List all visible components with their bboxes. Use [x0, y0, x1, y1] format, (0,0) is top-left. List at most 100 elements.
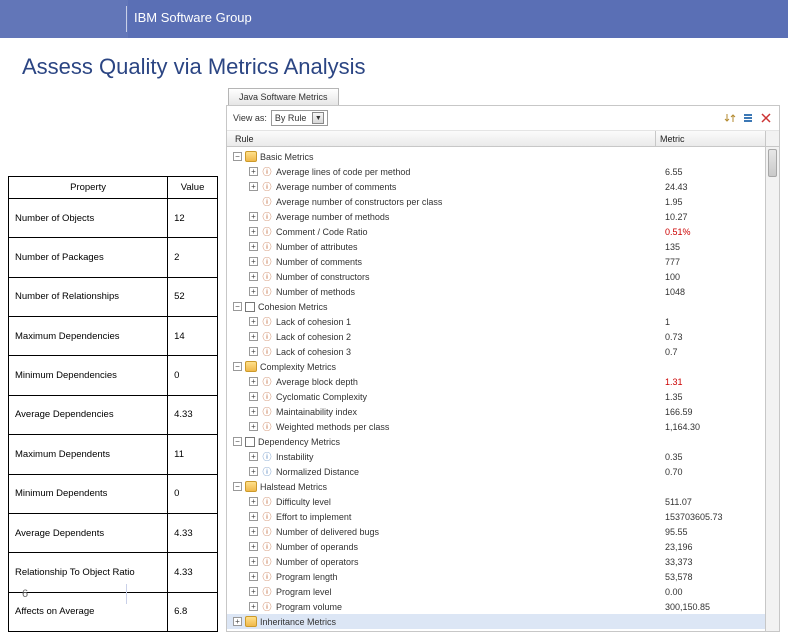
row-metric: 1.35	[661, 392, 765, 402]
tree-item[interactable]: +Average lines of code per method6.55	[227, 164, 765, 179]
expand-icon[interactable]: +	[249, 377, 258, 386]
expand-icon[interactable]: +	[249, 347, 258, 356]
expand-icon[interactable]: +	[249, 512, 258, 521]
cell-value: 12	[168, 199, 218, 238]
row-metric: 10.27	[661, 212, 765, 222]
expand-icon[interactable]: +	[249, 407, 258, 416]
tree-item[interactable]: +Number of operators33,373	[227, 554, 765, 569]
metrics-tab[interactable]: Java Software Metrics	[228, 88, 339, 105]
cell-value: 0	[168, 356, 218, 395]
row-metric: 511.07	[661, 497, 765, 507]
expand-icon[interactable]: +	[249, 527, 258, 536]
tree-item[interactable]: +Comment / Code Ratio0.51%	[227, 224, 765, 239]
table-row: Minimum Dependencies0	[9, 356, 218, 395]
expand-icon[interactable]: +	[249, 227, 258, 236]
rule-icon	[261, 510, 273, 523]
tree-item[interactable]: +Number of comments777	[227, 254, 765, 269]
tree-group[interactable]: − Halstead Metrics	[227, 479, 765, 494]
chevron-down-icon[interactable]: ▼	[312, 112, 324, 124]
tree-item[interactable]: +Average number of comments24.43	[227, 179, 765, 194]
spacer-icon	[249, 197, 258, 206]
tree-item[interactable]: +Number of attributes135	[227, 239, 765, 254]
close-icon[interactable]	[759, 111, 773, 125]
tree-group[interactable]: −Complexity Metrics	[227, 359, 765, 374]
vertical-scrollbar[interactable]	[765, 147, 779, 631]
filter-icon[interactable]	[741, 111, 755, 125]
tree-item[interactable]: +Difficulty level511.07	[227, 494, 765, 509]
tree-item[interactable]: +Number of constructors100	[227, 269, 765, 284]
rule-icon	[261, 345, 273, 358]
table-row: Maximum Dependencies14	[9, 317, 218, 356]
tree-item[interactable]: +Lack of cohesion 30.7	[227, 344, 765, 359]
row-metric: 0.7	[661, 347, 765, 357]
tree-item[interactable]: +Cyclomatic Complexity1.35	[227, 389, 765, 404]
tree-item[interactable]: +Lack of cohesion 20.73	[227, 329, 765, 344]
row-metric: 6.55	[661, 167, 765, 177]
tree-item[interactable]: +Instability0.35	[227, 449, 765, 464]
dashboard-icon	[245, 151, 257, 162]
rule-icon	[261, 240, 273, 253]
checkbox-icon	[245, 437, 255, 447]
expand-icon[interactable]: +	[249, 182, 258, 191]
expand-icon[interactable]: +	[249, 317, 258, 326]
expand-icon[interactable]: +	[249, 272, 258, 281]
viewas-combo[interactable]: By Rule ▼	[271, 110, 329, 126]
tree-item[interactable]: +Maintainability index166.59	[227, 404, 765, 419]
rule-icon	[261, 555, 273, 568]
expand-icon[interactable]: +	[249, 467, 258, 476]
expand-icon[interactable]: +	[249, 287, 258, 296]
expand-icon[interactable]: +	[249, 242, 258, 251]
expand-icon[interactable]: +	[249, 332, 258, 341]
rule-icon	[261, 285, 273, 298]
tree-item[interactable]: +Average number of methods10.27	[227, 209, 765, 224]
tree-group[interactable]: −Basic Metrics	[227, 149, 765, 164]
expand-icon[interactable]: +	[233, 617, 242, 626]
expand-icon[interactable]: +	[249, 557, 258, 566]
expand-icon[interactable]: +	[249, 422, 258, 431]
tree-group[interactable]: − Cohesion Metrics	[227, 299, 765, 314]
tree-item[interactable]: Average number of constructors per class…	[227, 194, 765, 209]
rule-icon	[261, 330, 273, 343]
tree-item[interactable]: +Lack of cohesion 11	[227, 314, 765, 329]
tree-group[interactable]: −Dependency Metrics	[227, 434, 765, 449]
tree-item[interactable]: +Number of operands23,196	[227, 539, 765, 554]
row-label: Number of attributes	[276, 242, 661, 252]
tree-item[interactable]: +Weighted methods per class1,164.30	[227, 419, 765, 434]
expand-icon[interactable]: +	[249, 257, 258, 266]
property-table: Property Value Number of Objects12Number…	[8, 176, 218, 632]
expand-icon[interactable]: +	[249, 167, 258, 176]
row-label: Halstead Metrics	[260, 482, 661, 492]
scrollbar-thumb[interactable]	[768, 149, 777, 177]
collapse-icon[interactable]: −	[233, 152, 242, 161]
tree-item[interactable]: +Average block depth1.31	[227, 374, 765, 389]
tree-item[interactable]: +Number of delivered bugs95.55	[227, 524, 765, 539]
metrics-tree[interactable]: −Basic Metrics+Average lines of code per…	[227, 147, 765, 631]
tree-item[interactable]: +Effort to implement153703605.73	[227, 509, 765, 524]
tree-group[interactable]: +Inheritance Metrics	[227, 614, 765, 629]
row-metric: 100	[661, 272, 765, 282]
table-row: Minimum Dependents0	[9, 474, 218, 513]
row-label: Lack of cohesion 2	[276, 332, 661, 342]
tree-item[interactable]: +Number of methods1048	[227, 284, 765, 299]
row-metric: 95.55	[661, 527, 765, 537]
rule-icon	[261, 405, 273, 418]
expand-icon[interactable]: +	[249, 542, 258, 551]
collapse-icon[interactable]: −	[233, 302, 242, 311]
expand-icon[interactable]: +	[249, 452, 258, 461]
col-rule-header[interactable]: Rule	[227, 134, 655, 144]
col-metric-header[interactable]: Metric	[655, 131, 765, 146]
row-label: Cohesion Metrics	[258, 302, 661, 312]
collapse-icon[interactable]: −	[233, 437, 242, 446]
collapse-icon[interactable]: −	[233, 482, 242, 491]
sort-icon[interactable]	[723, 111, 737, 125]
collapse-icon[interactable]: −	[233, 362, 242, 371]
header-title: IBM Software Group	[134, 10, 252, 25]
tree-item[interactable]: +Normalized Distance0.70	[227, 464, 765, 479]
expand-icon[interactable]: +	[249, 212, 258, 221]
row-label: Number of methods	[276, 287, 661, 297]
row-metric: 0.70	[661, 467, 765, 477]
expand-icon[interactable]: +	[249, 392, 258, 401]
cell-property: Number of Relationships	[9, 277, 168, 316]
expand-icon[interactable]: +	[249, 497, 258, 506]
row-label: Number of operators	[276, 557, 661, 567]
